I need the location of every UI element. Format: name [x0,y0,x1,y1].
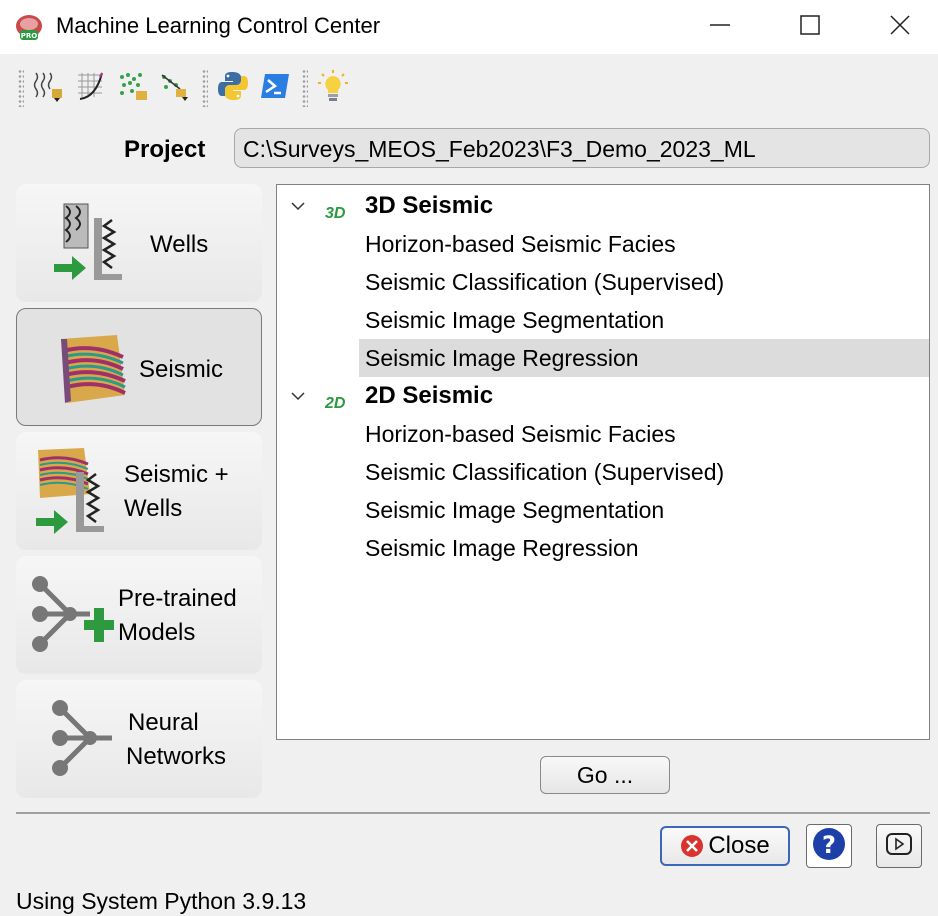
wells-button[interactable]: Wells [16,184,262,302]
tree-item[interactable]: Seismic Image Regression [277,529,929,567]
neural-networks-label-line1: Neural [128,709,199,736]
pretrained-models-button[interactable]: Pre-trained Models [16,556,262,674]
window-title: Machine Learning Control Center [56,13,381,38]
toolbar [14,60,930,116]
tree-group-3d-seismic[interactable]: 3D 3D Seismic [277,187,929,225]
play-video-icon [885,832,913,861]
tree-item-label: Horizon-based Seismic Facies [365,231,676,257]
status-text: Using System Python 3.9.13 [16,888,307,914]
point-set-export-button[interactable] [156,69,194,107]
tree-group-2d-seismic[interactable]: 2D 2D Seismic [277,377,929,415]
point-set-export-icon [158,69,192,108]
seismic-label: Seismic [139,356,224,383]
tree-item-label: Seismic Image Regression [365,345,639,371]
tree-item-label: Seismic Image Segmentation [365,307,665,333]
tree-item-selected[interactable]: Seismic Image Regression [359,339,929,377]
close-button[interactable]: Close [660,826,790,866]
tree-item[interactable]: Seismic Classification (Supervised) [277,453,929,491]
python-icon [216,69,250,108]
scatter-data-icon [116,69,150,108]
neural-network-icon [46,694,126,789]
well-logs-import-button[interactable] [30,69,68,107]
close-circle-icon [680,834,704,858]
tree-item-label: Seismic Image Regression [365,535,639,561]
chevron-down-icon[interactable] [287,377,309,415]
play-video-button[interactable] [876,824,922,868]
lightbulb-tip-icon [316,69,350,108]
python-button[interactable] [214,69,252,107]
well-logs-import-icon [32,69,66,108]
tree-group-label: 2D Seismic [365,382,494,409]
minimize-icon [709,14,731,41]
tree-item[interactable]: Horizon-based Seismic Facies [277,225,929,263]
wells-label: Wells [150,231,209,258]
help-icon: ? [812,827,846,866]
chevron-down-icon[interactable] [287,187,309,225]
tree-item[interactable]: Seismic Image Segmentation [277,301,929,339]
tree-item[interactable]: Seismic Image Segmentation [277,491,929,529]
close-icon [889,14,911,41]
toolbar-grip[interactable] [202,69,208,107]
tips-button[interactable] [314,69,352,107]
wells-icon [50,200,144,291]
crossplot-icon [74,69,108,108]
neural-networks-button[interactable]: Neural Networks [16,680,262,798]
crossplot-button[interactable] [72,69,110,107]
tree-item[interactable]: Horizon-based Seismic Facies [277,415,929,453]
project-row: Project C:\Surveys_MEOS_Feb2023\F3_Demo_… [0,126,938,170]
svg-text:PRO: PRO [21,32,38,40]
toolbar-grip[interactable] [18,69,24,107]
seismic-wells-button[interactable]: Seismic + Wells [16,432,262,550]
svg-text:?: ? [822,831,836,859]
pretrained-models-label-line2: Models [118,619,196,646]
pretrained-models-label-line1: Pre-trained [118,585,237,612]
maximize-button[interactable] [775,0,845,54]
tree-item[interactable]: Seismic Classification (Supervised) [277,263,929,301]
tree-item-label: Seismic Classification (Supervised) [365,269,725,295]
go-button[interactable]: Go ... [540,756,670,794]
project-label: Project [124,136,206,163]
seismic-wells-icon [32,444,128,543]
help-button[interactable]: ? [806,824,852,868]
powershell-terminal-button[interactable] [256,69,294,107]
app-logo-icon: PRO [14,12,44,42]
seismic-wells-label-line1: Seismic + [124,461,229,488]
title-bar: PRO Machine Learning Control Center [0,0,938,54]
minimize-button[interactable] [685,0,755,54]
seismic-wells-label-line2: Wells [124,495,183,522]
tree-group-label: 3D Seismic [365,192,494,219]
workflow-tree[interactable]: 3D 3D Seismic Horizon-based Seismic Faci… [276,184,930,740]
powershell-terminal-icon [258,69,292,108]
toolbar-grip[interactable] [302,69,308,107]
tree-item-label: Seismic Image Segmentation [365,497,665,523]
seismic-icon [55,331,131,412]
close-button-label: Close [708,832,770,859]
seismic-button[interactable]: Seismic [16,308,262,426]
tree-item-label: Seismic Classification (Supervised) [365,459,725,485]
tree-item-label: Horizon-based Seismic Facies [365,421,676,447]
project-path-field[interactable]: C:\Surveys_MEOS_Feb2023\F3_Demo_2023_ML [234,128,930,168]
pretrained-models-icon [28,572,118,667]
neural-networks-label-line2: Networks [126,743,227,770]
separator [16,812,930,814]
scatter-data-button[interactable] [114,69,152,107]
window-close-button[interactable] [865,0,935,54]
maximize-icon [799,14,821,41]
